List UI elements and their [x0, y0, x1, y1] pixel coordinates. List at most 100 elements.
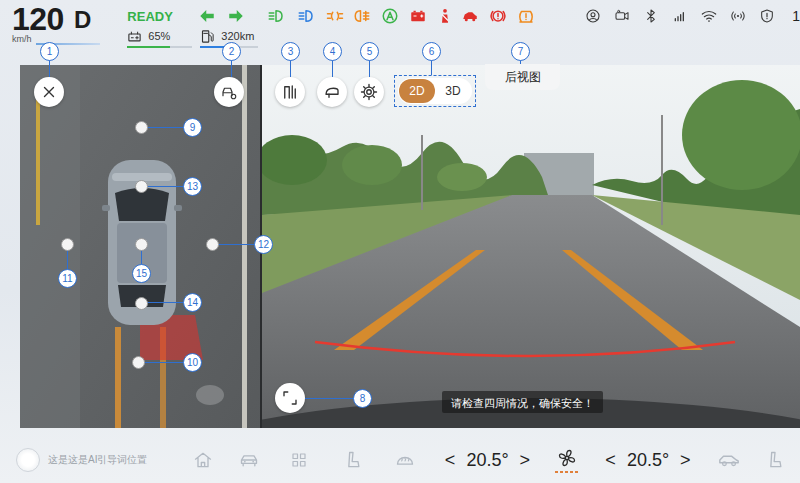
speed-line: [36, 43, 100, 45]
hotspot-dot[interactable]: [135, 180, 148, 193]
temp-up[interactable]: >: [680, 450, 691, 471]
callout-line: [290, 51, 291, 77]
callout-label: 9: [183, 118, 202, 137]
hotspot-dot[interactable]: [135, 121, 148, 134]
security-icon: [759, 8, 775, 24]
close-icon: [40, 83, 58, 101]
ai-assistant: 这是这是AI引导词位置: [0, 437, 180, 483]
callout-line: [141, 186, 192, 187]
hotspot-dot[interactable]: [206, 238, 219, 251]
ai-hint: 这是这是AI引导词位置: [48, 453, 147, 467]
temperature-control: <20.5° >: [588, 437, 708, 483]
callout-label: 7: [511, 42, 530, 61]
callout-label: 12: [254, 235, 273, 254]
close-button[interactable]: [34, 77, 64, 107]
temperature: 20.5°: [627, 450, 669, 471]
annotation-layer: 2D3D后视图123456789101112131415: [0, 0, 800, 483]
battery-text: 65%: [148, 30, 170, 42]
hotspot-icon: [730, 8, 746, 24]
mode-label: 3D: [445, 84, 460, 98]
range-fill: [200, 46, 229, 48]
car-icon[interactable]: [239, 450, 259, 470]
apps-button: [273, 437, 325, 483]
brake-warning-icon: [489, 7, 507, 25]
fan-control[interactable]: [555, 448, 579, 473]
mirror-icon: [323, 83, 341, 101]
settings-button[interactable]: [354, 77, 384, 107]
callout-line: [138, 362, 192, 363]
callout-label: 4: [323, 42, 342, 61]
vehicle-settings-button[interactable]: [214, 77, 244, 107]
ai-assistant-icon[interactable]: [16, 448, 40, 472]
hotspot-dot[interactable]: [135, 297, 148, 310]
callout-label: 14: [183, 293, 202, 312]
gear: D: [74, 7, 91, 33]
mode-switch: 2D 3D: [398, 78, 472, 104]
divider: [260, 65, 262, 428]
hotspot-dot[interactable]: [135, 238, 148, 251]
temperature: 20.5°: [466, 450, 508, 471]
mirror-button[interactable]: [317, 77, 347, 107]
speed: 120: [12, 2, 60, 36]
turn-left-icon: [198, 7, 216, 25]
seat-icon[interactable]: [343, 450, 363, 470]
seatbelt-warning-icon: [436, 7, 454, 25]
temp-down[interactable]: <: [605, 450, 616, 471]
top-down-image: [20, 65, 260, 428]
apps-icon[interactable]: [290, 451, 308, 469]
view-label: 后视图: [505, 69, 541, 86]
defrost-icon[interactable]: [395, 450, 415, 470]
hotspot-dot[interactable]: [61, 238, 74, 251]
mode-option[interactable]: 2D: [399, 79, 435, 103]
clock: 1: [792, 8, 800, 24]
callout-line: [141, 302, 192, 303]
callout-line: [520, 51, 521, 64]
home-icon[interactable]: [193, 450, 213, 470]
temperature-control: <20.5° >: [430, 437, 545, 483]
system-icons: 1: [585, 8, 800, 24]
vehicle-info: READY65%320km: [127, 0, 535, 48]
mode-option[interactable]: 3D: [435, 79, 471, 103]
callout-label: 2: [222, 42, 241, 61]
wifi-icon: [701, 8, 717, 24]
battery-icon: [127, 29, 142, 44]
speed-unit: km/h: [12, 34, 32, 45]
vehicle-status-button: [708, 437, 750, 483]
radar-icon: [281, 83, 299, 101]
callout-label: 3: [281, 42, 300, 61]
car-side-icon[interactable]: [718, 449, 740, 471]
high-beam-icon: [297, 7, 315, 25]
callout-line: [67, 244, 68, 278]
hotspot-dot[interactable]: [132, 356, 145, 369]
user-icon: [585, 8, 601, 24]
callout-label: 13: [183, 177, 202, 196]
fan-icon: [557, 448, 577, 468]
temp-down[interactable]: <: [445, 450, 456, 471]
side-light-icon: [326, 7, 344, 25]
seat-icon[interactable]: [765, 450, 785, 470]
home-button: [180, 437, 225, 483]
battery: 65%: [127, 29, 200, 48]
battery-fill: [127, 46, 169, 48]
range-row: 320km: [200, 29, 266, 43]
fan-slot: [545, 437, 588, 483]
battery-warning-icon: [409, 7, 427, 25]
radar-button[interactable]: [275, 77, 305, 107]
fullscreen-button[interactable]: [275, 383, 305, 413]
energy-row: 65% 320km: [127, 29, 535, 48]
auto-hold-icon: [381, 7, 399, 25]
turn-right-icon: [227, 7, 245, 25]
view-mode-toggle: 2D 3D: [394, 75, 476, 107]
gear-icon: [360, 83, 378, 101]
vehicle-fault-icon: [461, 7, 479, 25]
fog-light-icon: [353, 7, 371, 25]
camera-feed: [262, 65, 800, 428]
temp-up[interactable]: >: [520, 450, 531, 471]
camera-view: 请检查四周情况，确保安全！: [262, 65, 800, 428]
callout-line: [332, 51, 333, 77]
callout-line: [231, 51, 232, 77]
callout-label: 10: [183, 353, 202, 372]
callout-line: [141, 127, 192, 128]
speed-block: 120km/h: [12, 0, 60, 45]
seat-button: [325, 437, 380, 483]
